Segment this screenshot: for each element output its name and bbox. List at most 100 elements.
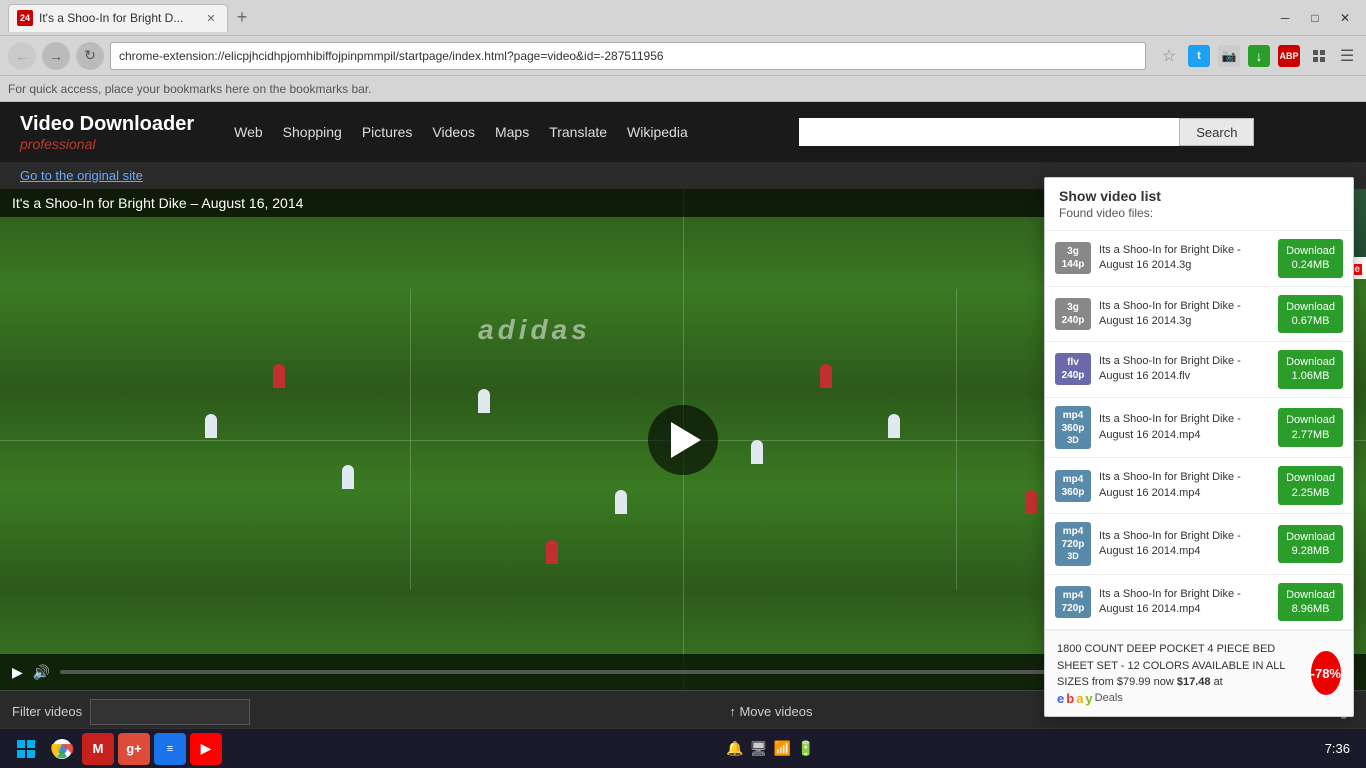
- filename-text: Its a Shoo-In for Bright Dike - August 1…: [1099, 470, 1270, 501]
- forward-button[interactable]: →: [42, 42, 70, 70]
- address-input[interactable]: [110, 42, 1146, 70]
- discount-badge: -78%: [1311, 651, 1341, 695]
- panel-subtitle: Found video files:: [1059, 206, 1339, 220]
- address-bar: ← → ↻ ☆ t 📷 ↓ ABP ☰: [0, 36, 1366, 76]
- ebay-logo: e b a y Deals: [1057, 691, 1303, 706]
- monitor-icon: 🖥: [750, 740, 768, 757]
- download-item: mp4 360p Its a Shoo-In for Bright Dike -…: [1045, 458, 1353, 514]
- tab-favicon: 24: [17, 10, 33, 26]
- browser-tab[interactable]: 24 It's a Shoo-In for Bright D... ✕: [8, 4, 228, 32]
- download-button-2[interactable]: Download 1.06MB: [1278, 350, 1343, 389]
- notification-icon: 🔔: [726, 740, 743, 757]
- page-content: Video Downloader professional Web Shoppi…: [0, 102, 1366, 768]
- format-badge: 3g 240p: [1055, 298, 1091, 330]
- ad-text-block: 1800 COUNT DEEP POCKET 4 PIECE BED SHEET…: [1057, 641, 1303, 705]
- bookmarks-bar: For quick access, place your bookmarks h…: [0, 76, 1366, 102]
- nav-videos[interactable]: Videos: [432, 124, 475, 140]
- format-badge: 3g 144p: [1055, 242, 1091, 274]
- chrome-menu-icon[interactable]: ☰: [1336, 45, 1358, 67]
- filename-text: Its a Shoo-In for Bright Dike - August 1…: [1099, 587, 1270, 618]
- play-pause-button[interactable]: ▶: [12, 664, 23, 681]
- play-button[interactable]: [648, 405, 718, 475]
- adblock-extension-icon[interactable]: ABP: [1276, 43, 1302, 69]
- go-original-link[interactable]: Go to the original site: [20, 168, 143, 183]
- download-button-6[interactable]: Download 8.96MB: [1278, 583, 1343, 622]
- download-item: flv 240p Its a Shoo-In for Bright Dike -…: [1045, 342, 1353, 398]
- format-badge: flv 240p: [1055, 353, 1091, 385]
- maximize-button[interactable]: □: [1302, 8, 1328, 28]
- close-window-button[interactable]: ✕: [1332, 8, 1358, 28]
- panel-header: Show video list Found video files:: [1045, 178, 1353, 231]
- video-title-text: It's a Shoo-In for Bright Dike – August …: [12, 195, 303, 211]
- filename-text: Its a Shoo-In for Bright Dike - August 1…: [1099, 299, 1270, 330]
- wifi-icon: 📶: [774, 740, 791, 757]
- browser-frame: 24 It's a Shoo-In for Bright D... ✕ + ─ …: [0, 0, 1366, 768]
- download-button-5[interactable]: Download 9.28MB: [1278, 525, 1343, 564]
- back-button[interactable]: ←: [8, 42, 36, 70]
- title-bar: 24 It's a Shoo-In for Bright D... ✕ + ─ …: [0, 0, 1366, 36]
- nav-wikipedia[interactable]: Wikipedia: [627, 124, 688, 140]
- format-badge: mp4 720p: [1055, 586, 1091, 618]
- taskbar-chrome-icon[interactable]: [46, 733, 78, 765]
- taskbar-gmail-icon[interactable]: M: [82, 733, 114, 765]
- download-panel: Show video list Found video files: 3g 14…: [1044, 177, 1354, 717]
- ad-text: 1800 COUNT DEEP POCKET 4 PIECE BED SHEET…: [1057, 643, 1285, 688]
- taskbar-youtube-icon[interactable]: ▶: [190, 733, 222, 765]
- bookmark-star-icon[interactable]: ☆: [1156, 43, 1182, 69]
- download-item: mp4 720p Its a Shoo-In for Bright Dike -…: [1045, 575, 1353, 631]
- search-bar: Search: [708, 118, 1346, 146]
- refresh-button[interactable]: ↻: [76, 42, 104, 70]
- filename-text: Its a Shoo-In for Bright Dike - August 1…: [1099, 412, 1270, 443]
- downloader-extension-icon[interactable]: ↓: [1246, 43, 1272, 69]
- nav-pictures[interactable]: Pictures: [362, 124, 413, 140]
- extension-logo: Video Downloader professional: [20, 113, 194, 152]
- bookmarks-bar-text: For quick access, place your bookmarks h…: [8, 82, 372, 96]
- taskbar-gplus-icon[interactable]: g+: [118, 733, 150, 765]
- panel-title: Show video list: [1059, 188, 1339, 204]
- nav-shopping[interactable]: Shopping: [283, 124, 342, 140]
- filename-text: Its a Shoo-In for Bright Dike - August 1…: [1099, 243, 1270, 274]
- extensions-icon[interactable]: [1306, 43, 1332, 69]
- filter-input[interactable]: [90, 699, 250, 725]
- screenshot-extension-icon[interactable]: 📷: [1216, 43, 1242, 69]
- logo-title: Video Downloader: [20, 113, 194, 136]
- nav-web[interactable]: Web: [234, 124, 263, 140]
- minimize-button[interactable]: ─: [1272, 8, 1298, 28]
- format-badge: mp4 720p 3D: [1055, 522, 1091, 566]
- filename-text: Its a Shoo-In for Bright Dike - August 1…: [1099, 354, 1270, 385]
- download-item: mp4 360p 3D Its a Shoo-In for Bright Dik…: [1045, 398, 1353, 459]
- ad-section: 1800 COUNT DEEP POCKET 4 PIECE BED SHEET…: [1045, 630, 1353, 715]
- deals-text: Deals: [1095, 692, 1123, 704]
- extension-header: Video Downloader professional Web Shoppi…: [0, 102, 1366, 162]
- filter-label: Filter videos: [12, 704, 82, 719]
- download-item: mp4 720p 3D Its a Shoo-In for Bright Dik…: [1045, 514, 1353, 575]
- new-tab-button[interactable]: +: [228, 4, 256, 32]
- download-button-3[interactable]: Download 2.77MB: [1278, 408, 1343, 447]
- play-icon: [671, 422, 701, 458]
- battery-icon: 🔋: [797, 740, 814, 757]
- tab-close-button[interactable]: ✕: [203, 10, 219, 26]
- taskbar-system-icons: 🔔 🖥 📶 🔋: [726, 740, 814, 757]
- twitter-extension-icon[interactable]: t: [1186, 43, 1212, 69]
- tab-title-text: It's a Shoo-In for Bright D...: [39, 11, 197, 25]
- volume-button[interactable]: 🔊: [33, 664, 50, 681]
- toolbar-icons: ☆ t 📷 ↓ ABP ☰: [1156, 43, 1358, 69]
- download-button-0[interactable]: Download 0.24MB: [1278, 239, 1343, 278]
- move-videos-button[interactable]: ↑ Move videos: [729, 704, 812, 719]
- filename-text: Its a Shoo-In for Bright Dike - August 1…: [1099, 529, 1270, 560]
- download-items-list: 3g 144p Its a Shoo-In for Bright Dike - …: [1045, 231, 1353, 630]
- extension-nav: Web Shopping Pictures Videos Maps Transl…: [234, 124, 688, 140]
- taskbar: M g+ ≡ ▶ 🔔 🖥 📶 🔋 7:36: [0, 728, 1366, 768]
- taskbar-docs-icon[interactable]: ≡: [154, 733, 186, 765]
- search-input[interactable]: [799, 118, 1179, 146]
- search-button[interactable]: Search: [1179, 118, 1254, 146]
- format-badge: mp4 360p 3D: [1055, 406, 1091, 450]
- nav-maps[interactable]: Maps: [495, 124, 529, 140]
- nav-translate[interactable]: Translate: [549, 124, 607, 140]
- download-button-4[interactable]: Download 2.25MB: [1278, 466, 1343, 505]
- download-item: 3g 240p Its a Shoo-In for Bright Dike - …: [1045, 287, 1353, 343]
- download-button-1[interactable]: Download 0.67MB: [1278, 295, 1343, 334]
- taskbar-start-button[interactable]: [10, 733, 42, 765]
- ad-price: $17.48: [1177, 676, 1211, 688]
- system-clock: 7:36: [1317, 741, 1358, 756]
